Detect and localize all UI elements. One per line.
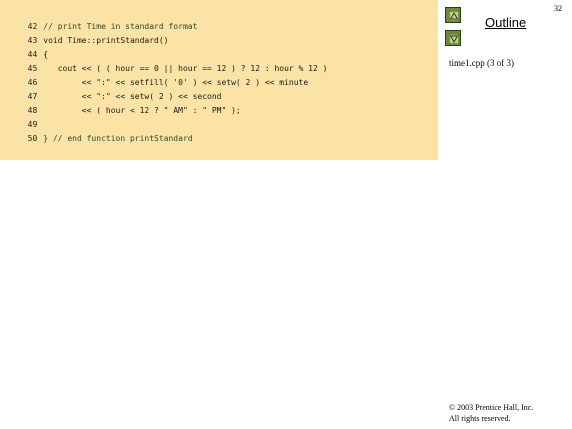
code-line: 43 void Time::printStandard() — [0, 20, 169, 45]
next-slide-button[interactable] — [445, 30, 461, 46]
triangle-up-icon — [449, 11, 459, 21]
copyright-line: All rights reserved. — [449, 414, 511, 423]
triangle-down-icon — [449, 34, 459, 44]
file-label: time1.cpp (3 of 3) — [449, 58, 514, 68]
code-text: void Time::printStandard() — [43, 36, 169, 45]
code-line: 50 } // end function printStandard — [0, 118, 193, 143]
copyright-line: © 2003 Prentice Hall, Inc. — [449, 403, 534, 412]
code-line: 46 << ":" << setfill( '0' ) << setw( 2 )… — [0, 62, 309, 87]
line-number: 50 — [27, 134, 38, 143]
code-line: 49 — [0, 104, 43, 129]
code-line: 48 << ( hour < 12 ? " AM" : " PM" ); — [0, 90, 241, 115]
outline-link[interactable]: Outline — [485, 15, 526, 30]
copyright-notice: © 2003 Prentice Hall, Inc. All rights re… — [449, 402, 533, 424]
code-line: 47 << ":" << setw( 2 ) << second — [0, 76, 222, 101]
code-text: << ( hour < 12 ? " AM" : " PM" ); — [43, 106, 241, 115]
code-line: 45 cout << ( ( hour == 0 || hour == 12 )… — [0, 48, 328, 73]
previous-slide-button[interactable] — [445, 7, 461, 23]
code-line: 44{ — [0, 34, 48, 59]
code-line: 42// print Time in standard format — [0, 6, 198, 31]
code-panel: 42// print Time in standard format 43 voi… — [0, 0, 438, 160]
code-text: } // end function printStandard — [43, 134, 193, 143]
slide-number: 32 — [554, 4, 562, 13]
